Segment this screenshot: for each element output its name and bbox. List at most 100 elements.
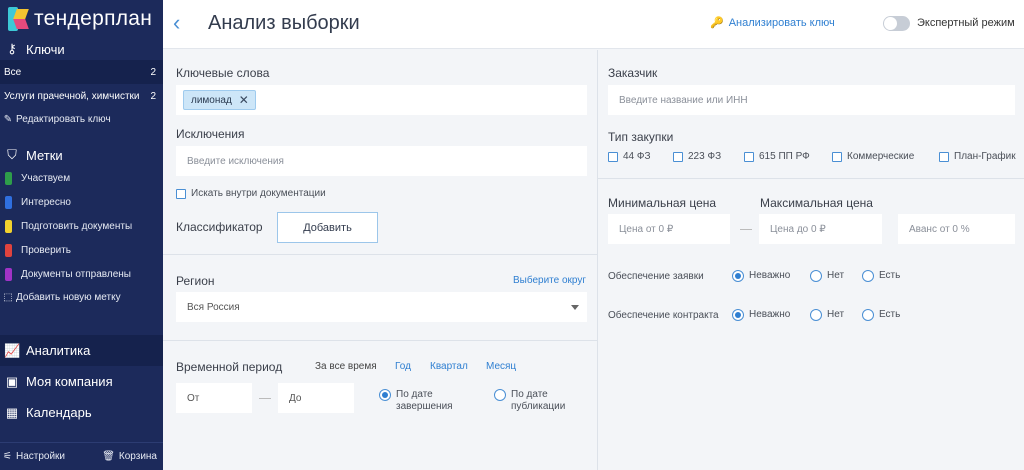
- add-tag-link[interactable]: ⬚ Добавить новую метку: [0, 286, 163, 308]
- tag-item-check[interactable]: Проверить: [0, 238, 163, 262]
- bid-security-label: Обеспечение заявки: [608, 271, 704, 282]
- checkbox-box[interactable]: [673, 151, 683, 162]
- edit-key-link[interactable]: ✎ Редактировать ключ: [0, 108, 163, 130]
- key-count: 2: [150, 66, 156, 78]
- search-in-docs-checkbox[interactable]: Искать внутри документации: [176, 188, 326, 199]
- nav-my-company[interactable]: ▣ Моя компания: [0, 366, 163, 397]
- tag-swatch: [5, 243, 12, 257]
- checkbox-box[interactable]: [608, 151, 618, 162]
- tags-heading[interactable]: ⛉ Метки: [0, 144, 163, 166]
- logo-text: тендерплан: [34, 7, 153, 30]
- choose-district-link[interactable]: Выберите округ: [513, 275, 586, 286]
- radio-dot[interactable]: [810, 309, 822, 321]
- logo[interactable]: тендерплан: [0, 0, 163, 38]
- settings-link[interactable]: ⚟ Настройки: [3, 451, 65, 462]
- tag-item-participating[interactable]: Участвуем: [0, 166, 163, 190]
- radio-dot[interactable]: [732, 270, 744, 282]
- radio-dot[interactable]: [732, 309, 744, 321]
- tag-icon: ⛉: [7, 147, 17, 162]
- date-to-input[interactable]: До: [278, 383, 354, 413]
- by-end-date-radio[interactable]: По дате завершения: [379, 389, 453, 413]
- chart-icon: 📈: [4, 342, 21, 358]
- radio-dot[interactable]: [494, 389, 506, 401]
- max-price-input[interactable]: Цена до 0 ₽: [759, 214, 882, 244]
- max-price-label: Максимальная цена: [760, 196, 873, 210]
- tag-swatch: [5, 267, 12, 281]
- radio-dot[interactable]: [810, 270, 822, 282]
- by-pub-date-radio[interactable]: По дате публикации: [494, 389, 565, 413]
- tag-swatch: [5, 195, 12, 209]
- period-quarter[interactable]: Квартал: [430, 361, 468, 372]
- radio-dot[interactable]: [862, 309, 874, 321]
- purchase-type-plan[interactable]: План-График: [939, 151, 1016, 162]
- exclusions-input[interactable]: Введите исключения: [176, 146, 587, 176]
- keyword-chip[interactable]: лимонад ✕: [183, 90, 256, 110]
- keywords-input[interactable]: лимонад ✕: [176, 85, 587, 115]
- advance-input[interactable]: Аванс от 0 %: [898, 214, 1015, 244]
- nav-analytics[interactable]: 📈 Аналитика: [0, 335, 163, 366]
- period-year[interactable]: Год: [395, 361, 411, 372]
- date-from-input[interactable]: От: [176, 383, 252, 413]
- right-filters: Заказчик Введите название или ИНН Тип за…: [598, 50, 1024, 470]
- add-tag-icon: ⬚: [3, 291, 13, 303]
- bid-security-any-radio[interactable]: Неважно: [732, 270, 790, 282]
- section-divider: [163, 340, 597, 341]
- tag-item-docs-sent[interactable]: Документы отправлены: [0, 262, 163, 286]
- purchase-type-commercial[interactable]: Коммерческие: [832, 151, 914, 162]
- customer-label: Заказчик: [608, 66, 658, 80]
- sliders-icon: ⚟: [3, 451, 12, 462]
- checkbox-box[interactable]: [176, 188, 186, 199]
- radio-dot[interactable]: [379, 389, 391, 401]
- min-price-input[interactable]: Цена от 0 ₽: [608, 214, 730, 244]
- expert-mode-label: Экспертный режим: [917, 17, 1015, 29]
- tag-item-prepare-docs[interactable]: Подготовить документы: [0, 214, 163, 238]
- contract-security-any-radio[interactable]: Неважно: [732, 309, 790, 321]
- bid-security-yes-radio[interactable]: Есть: [862, 270, 900, 282]
- sidebar: тендерплан ⚷ Ключи Все 2 Услуги прачечно…: [0, 0, 163, 470]
- section-divider: [163, 254, 597, 255]
- bid-security-no-radio[interactable]: Нет: [810, 270, 844, 282]
- range-dash: [259, 398, 271, 399]
- keys-heading[interactable]: ⚷ Ключи: [0, 38, 163, 60]
- key-count: 2: [150, 90, 156, 102]
- trash-link[interactable]: 🗑 Корзина: [102, 451, 157, 462]
- period-month[interactable]: Месяц: [486, 361, 516, 372]
- close-icon[interactable]: ✕: [239, 93, 249, 107]
- analyze-key-button[interactable]: 🔑 Анализировать ключ: [710, 16, 835, 30]
- toggle-knob: [884, 17, 897, 30]
- checkbox-box[interactable]: [939, 151, 949, 162]
- radio-dot[interactable]: [862, 270, 874, 282]
- period-label: Временной период: [176, 360, 283, 374]
- add-classifier-button[interactable]: Добавить: [277, 212, 378, 243]
- purchase-type-label: Тип закупки: [608, 130, 674, 144]
- expert-mode-toggle[interactable]: [883, 16, 910, 31]
- key-item-all[interactable]: Все 2: [0, 60, 163, 84]
- pencil-icon: ✎: [3, 113, 13, 125]
- classifier-label: Классификатор: [176, 220, 263, 234]
- key-icon: ⚷: [7, 41, 17, 56]
- period-all-time[interactable]: За все время: [315, 361, 377, 372]
- sidebar-footer: ⚟ Настройки 🗑 Корзина: [0, 442, 163, 470]
- region-label: Регион: [176, 274, 215, 288]
- purchase-type-44fz[interactable]: 44 ФЗ: [608, 151, 651, 162]
- purchase-type-615pp[interactable]: 615 ПП РФ: [744, 151, 810, 162]
- contract-security-no-radio[interactable]: Нет: [810, 309, 844, 321]
- tag-item-interesting[interactable]: Интересно: [0, 190, 163, 214]
- nav-calendar[interactable]: ▦ Календарь: [0, 397, 163, 428]
- checkbox-box[interactable]: [832, 151, 842, 162]
- left-filters: Ключевые слова лимонад ✕ Исключения Введ…: [163, 50, 597, 470]
- checkbox-box[interactable]: [744, 151, 754, 162]
- purchase-type-223fz[interactable]: 223 ФЗ: [673, 151, 721, 162]
- contract-security-yes-radio[interactable]: Есть: [862, 309, 900, 321]
- key-icon: 🔑: [710, 17, 724, 29]
- customer-input[interactable]: Введите название или ИНН: [608, 85, 1015, 115]
- region-select[interactable]: Вся Россия: [176, 292, 587, 322]
- briefcase-icon: ▣: [5, 373, 19, 389]
- keywords-label: Ключевые слова: [176, 66, 270, 80]
- tag-swatch: [5, 219, 12, 233]
- page-title: Анализ выборки: [208, 12, 360, 34]
- trash-icon: 🗑: [102, 451, 115, 462]
- back-chevron-icon[interactable]: ‹: [173, 10, 180, 36]
- chevron-down-icon: [571, 305, 579, 310]
- key-item-laundry[interactable]: Услуги прачечной, химчистки 2: [0, 84, 163, 108]
